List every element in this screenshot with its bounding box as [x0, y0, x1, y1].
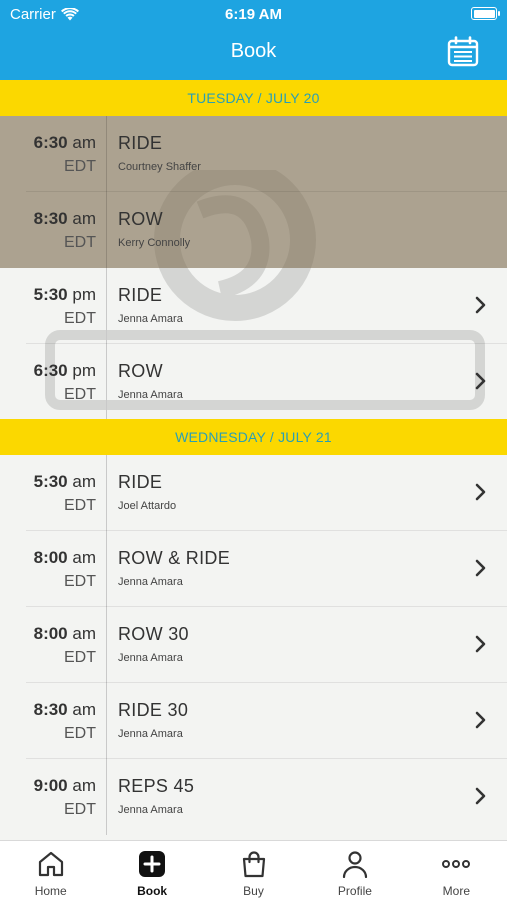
chevron-right-icon[interactable]: [475, 295, 487, 315]
class-name: ROW: [118, 209, 163, 229]
class-time: 8:30 am: [33, 209, 96, 228]
class-time: 8:30 am: [33, 700, 96, 719]
tab-label: More: [442, 884, 470, 898]
home-icon: [38, 851, 63, 877]
class-timezone: EDT: [64, 573, 96, 590]
chevron-right-icon[interactable]: [475, 710, 487, 730]
class-name: RIDE: [118, 285, 163, 305]
class-timezone: EDT: [64, 234, 96, 251]
class-name: RIDE: [118, 472, 163, 492]
class-row: 8:30 am EDT ROW Kerry Connolly: [0, 192, 507, 268]
tab-label: Book: [137, 884, 168, 898]
class-time: 9:00 am: [33, 776, 96, 795]
class-instructor: Jenna Amara: [118, 389, 183, 401]
chevron-right-icon[interactable]: [475, 371, 487, 391]
tab-bar: Home Book Buy Profile More: [0, 840, 507, 900]
tab-label: Profile: [337, 884, 372, 898]
class-time: 5:30 am: [33, 472, 96, 491]
class-timezone: EDT: [64, 801, 96, 818]
class-name: RIDE 30: [118, 700, 189, 720]
class-row[interactable]: 9:00 am EDT REPS 45 Jenna Amara: [0, 759, 507, 835]
tab-home[interactable]: Home: [0, 841, 101, 900]
battery-icon: [471, 7, 500, 20]
class-timezone: EDT: [64, 386, 96, 403]
page-title: Book: [230, 40, 277, 62]
tab-more[interactable]: More: [406, 841, 507, 900]
class-instructor: Joel Attardo: [118, 500, 177, 512]
class-row[interactable]: 8:00 am EDT ROW & RIDE Jenna Amara: [0, 531, 507, 607]
class-name: ROW & RIDE: [118, 548, 231, 568]
class-row[interactable]: 5:30 am EDT RIDE Joel Attardo: [0, 455, 507, 531]
class-time: 8:00 am: [33, 624, 96, 643]
tab-buy[interactable]: Buy: [203, 841, 304, 900]
status-time: 6:19 AM: [225, 6, 282, 23]
class-timezone: EDT: [64, 310, 96, 327]
class-instructor: Kerry Connolly: [118, 237, 191, 249]
class-instructor: Jenna Amara: [118, 313, 183, 325]
class-name: ROW 30: [118, 624, 189, 644]
class-row: 6:30 am EDT RIDE Courtney Shaffer: [0, 116, 507, 192]
chevron-right-icon[interactable]: [475, 558, 487, 578]
class-row[interactable]: 8:30 am EDT RIDE 30 Jenna Amara: [0, 683, 507, 759]
class-time: 8:00 am: [33, 548, 96, 567]
class-time: 5:30 pm: [33, 285, 96, 304]
class-row[interactable]: 5:30 pm EDT RIDE Jenna Amara: [0, 268, 507, 344]
tab-book[interactable]: Book: [101, 841, 202, 900]
class-name: ROW: [118, 361, 163, 381]
class-instructor: Jenna Amara: [118, 576, 183, 588]
calendar-icon[interactable]: [447, 36, 479, 68]
class-instructor: Jenna Amara: [118, 804, 183, 816]
class-instructor: Jenna Amara: [118, 652, 183, 664]
class-name: REPS 45: [118, 776, 195, 796]
status-bar: Carrier 6:19 AM: [0, 0, 507, 28]
class-timezone: EDT: [64, 649, 96, 666]
class-row[interactable]: 8:00 am EDT ROW 30 Jenna Amara: [0, 607, 507, 683]
top-bar: Carrier 6:19 AM Book: [0, 0, 507, 80]
shopping-bag-icon: [242, 851, 265, 878]
chevron-right-icon[interactable]: [475, 634, 487, 654]
tab-label: Home: [34, 884, 67, 898]
class-time: 6:30 pm: [33, 361, 96, 380]
class-timezone: EDT: [64, 725, 96, 742]
tab-profile[interactable]: Profile: [304, 841, 405, 900]
class-timezone: EDT: [64, 497, 96, 514]
class-timezone: EDT: [64, 158, 96, 175]
plus-square-icon: [139, 851, 166, 877]
class-name: RIDE: [118, 133, 163, 153]
day-header-tuesday: TUESDAY / JULY 20: [0, 80, 507, 116]
class-instructor: Courtney Shaffer: [118, 161, 201, 173]
more-dots-icon: [442, 860, 471, 868]
day-header-wednesday: WEDNESDAY / JULY 21: [0, 419, 507, 455]
class-instructor: Jenna Amara: [118, 728, 183, 740]
class-time: 6:30 am: [33, 133, 96, 152]
person-icon: [342, 851, 368, 878]
tab-label: Buy: [243, 884, 264, 898]
chevron-right-icon[interactable]: [475, 482, 487, 502]
class-row[interactable]: 6:30 pm EDT ROW Jenna Amara: [0, 344, 507, 420]
chevron-right-icon[interactable]: [475, 786, 487, 806]
